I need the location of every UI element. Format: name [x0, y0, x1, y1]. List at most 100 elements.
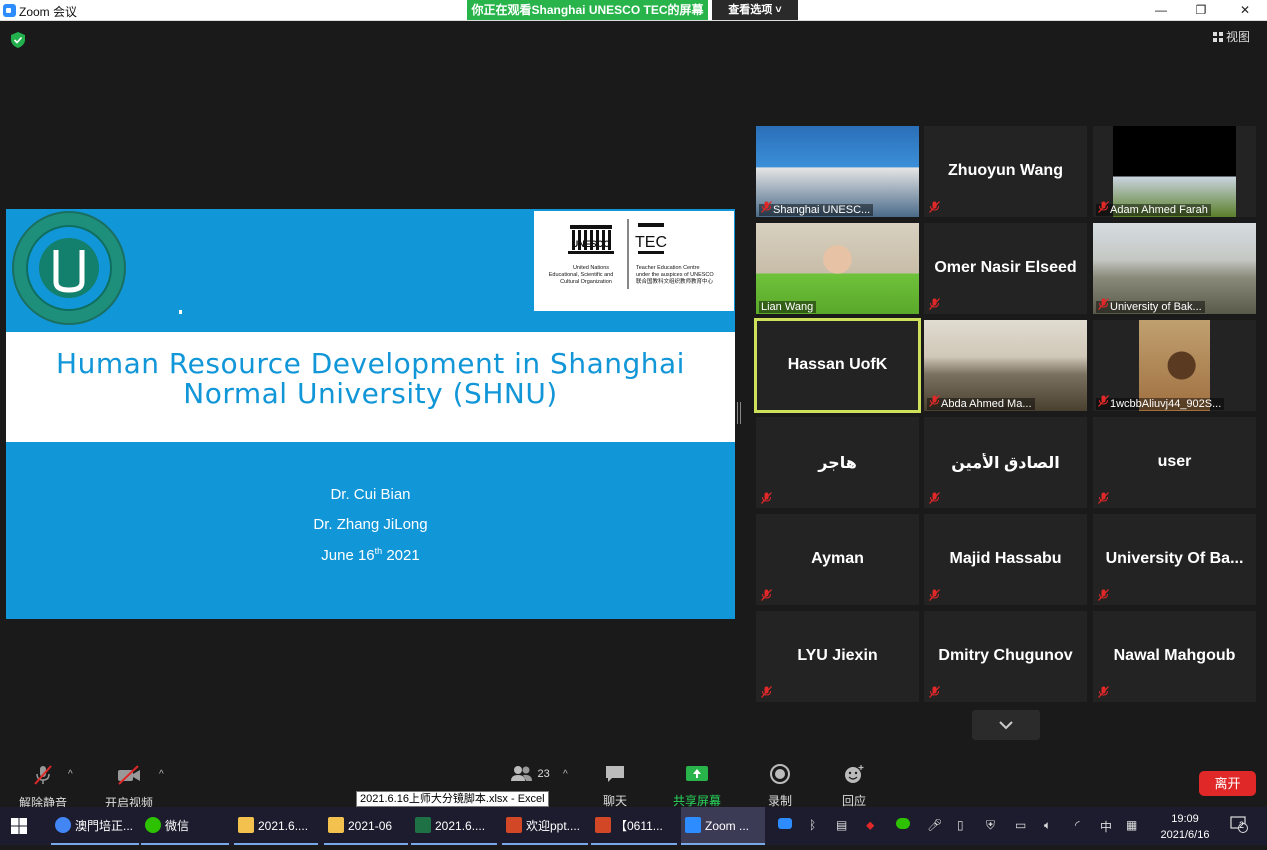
unesco-tec-logo: UNESCO TEC United Nations Educational, S… — [534, 211, 734, 311]
participant-tile[interactable]: University Of Ba... — [1093, 514, 1256, 605]
reactions-button[interactable]: 回应 — [840, 764, 868, 809]
microphone-muted-icon — [929, 395, 940, 407]
leave-meeting-button[interactable]: 离开 — [1199, 771, 1256, 796]
participant-tile[interactable]: Zhuoyun Wang — [924, 126, 1087, 217]
microphone-muted-icon — [1098, 686, 1109, 698]
defender-icon[interactable]: ⛨ — [986, 818, 995, 833]
chat-button[interactable]: 聊天 — [598, 764, 632, 809]
participant-tile[interactable]: Hassan UofK — [754, 318, 921, 413]
view-button[interactable]: 视图 — [1213, 28, 1250, 45]
powerpoint-icon — [595, 817, 611, 833]
taskbar-app[interactable]: 【0611... — [591, 807, 677, 845]
taskbar-app-label: Zoom ... — [705, 819, 750, 833]
close-button[interactable]: ✕ — [1225, 0, 1265, 21]
view-options-button[interactable]: 查看选项 ˅ — [712, 0, 798, 20]
share-banner: 你正在观看Shanghai UNESCO TEC的屏幕 — [467, 0, 708, 20]
participant-tile[interactable]: Nawal Mahgoub — [1093, 611, 1256, 702]
taskbar-app[interactable]: 2021.6.... — [234, 807, 318, 845]
participant-tile[interactable]: Majid Hassabu — [924, 514, 1087, 605]
participants-options-caret-icon[interactable]: ^ — [563, 769, 568, 780]
participant-name-label: Shanghai UNESC... — [759, 204, 874, 216]
video-off-icon — [118, 765, 140, 785]
svg-text:联合国教科文组织教师教育中心: 联合国教科文组织教师教育中心 — [636, 277, 714, 285]
slide-author-2: Dr. Zhang JiLong — [313, 516, 428, 533]
participant-name-label: University of Bak... — [1096, 301, 1205, 313]
zoom-app-icon — [3, 4, 16, 17]
zoom-tray-icon[interactable] — [778, 818, 792, 832]
microphone-muted-icon — [34, 765, 52, 785]
audio-options-caret-icon[interactable]: ^ — [68, 769, 73, 780]
share-screen-button[interactable]: 共享屏幕 — [672, 764, 722, 809]
wechat-tray-icon[interactable] — [896, 818, 910, 832]
bluetooth-icon[interactable]: ᛒ — [809, 818, 816, 832]
network-drive-icon[interactable]: ▤ — [836, 818, 847, 832]
participant-tile[interactable]: Omer Nasir Elseed — [924, 223, 1087, 314]
microphone-muted-icon — [929, 492, 940, 504]
participant-name: user — [1157, 453, 1192, 470]
usb-icon[interactable]: ▯ — [957, 818, 964, 832]
mouse-cursor-icon — [179, 310, 182, 314]
participant-tile[interactable]: user — [1093, 417, 1256, 508]
wifi-icon[interactable]: ◜ — [1075, 818, 1080, 832]
taskbar-app[interactable]: 微信 — [141, 807, 229, 845]
participant-tile[interactable]: الصادق الأمين — [924, 417, 1087, 508]
microphone-muted-icon — [929, 201, 940, 213]
svg-text:Cultural Organization: Cultural Organization — [560, 279, 612, 285]
slide-author-1: Dr. Cui Bian — [330, 486, 411, 503]
microphone-muted-icon — [761, 686, 772, 698]
folder-icon — [328, 817, 344, 833]
share-screen-icon — [686, 766, 708, 781]
grid-view-icon — [1213, 32, 1223, 42]
participant-name: الصادق الأمين — [951, 455, 1060, 472]
participant-tile[interactable]: Adam Ahmed Farah — [1093, 126, 1256, 217]
slide-title-band: Human Resource Development in Shanghai No… — [6, 332, 735, 442]
ime-indicator[interactable]: 中 — [1100, 818, 1112, 835]
minimize-button[interactable]: — — [1141, 0, 1181, 21]
unmute-button[interactable]: 解除静音 — [18, 764, 68, 811]
participant-tile[interactable]: University of Bak... — [1093, 223, 1256, 314]
video-options-caret-icon[interactable]: ^ — [159, 769, 164, 780]
taskbar-app-label: 澳門培正... — [75, 819, 134, 833]
keyboard-icon[interactable]: ▦ — [1126, 818, 1137, 832]
powerpoint-icon — [506, 817, 522, 833]
excel-icon — [415, 817, 431, 833]
start-button[interactable] — [10, 807, 36, 845]
participant-tile[interactable]: 1wcbbAliuvj44_902S... — [1093, 320, 1256, 411]
start-video-button[interactable]: 开启视频 — [104, 764, 154, 811]
shared-screen-slide: UNESCO TEC United Nations Educational, S… — [6, 209, 735, 619]
participant-tile[interactable]: هاجر — [756, 417, 919, 508]
participant-tile[interactable]: Abda Ahmed Ma... — [924, 320, 1087, 411]
participant-tile[interactable]: LYU Jiexin — [756, 611, 919, 702]
panel-splitter-handle[interactable] — [737, 402, 741, 424]
participant-tile[interactable]: Ayman — [756, 514, 919, 605]
security-shield-icon[interactable] — [11, 32, 25, 48]
record-button[interactable]: 录制 — [766, 764, 794, 809]
taskbar-app[interactable]: Zoom ... — [681, 807, 765, 845]
system-clock[interactable]: 19:09 2021/6/16 — [1150, 811, 1220, 843]
participant-name: Nawal Mahgoub — [1113, 647, 1236, 664]
gallery-next-page-button[interactable] — [972, 710, 1040, 740]
participant-tile[interactable]: Shanghai UNESC... — [756, 126, 919, 217]
taskbar-app-label: 2021.6.... — [258, 819, 309, 833]
participants-button[interactable]: 23 — [505, 764, 555, 784]
maximize-button[interactable]: ❐ — [1181, 0, 1221, 21]
taskbar-app-label: 【0611... — [615, 819, 663, 833]
taskbar-app[interactable]: 2021-06 — [324, 807, 408, 845]
battery-icon[interactable]: ▭ — [1015, 818, 1026, 832]
participant-tile[interactable]: Lian Wang — [756, 223, 919, 314]
acrobat-icon[interactable]: ⬥ — [866, 818, 874, 833]
microphone-tray-icon[interactable]: 🎤︎ — [927, 818, 942, 832]
participant-tile[interactable]: Dmitry Chugunov — [924, 611, 1087, 702]
volume-icon[interactable]: 🔈︎ — [1044, 818, 1051, 833]
notification-center-icon[interactable]: 2 — [1230, 815, 1248, 836]
taskbar-app-label: 2021-06 — [348, 819, 393, 833]
taskbar-app-label: 2021.6.... — [435, 819, 486, 833]
taskbar-app[interactable]: 2021.6.... — [411, 807, 497, 845]
taskbar-app[interactable]: 澳門培正... — [51, 807, 139, 845]
svg-text:TEC: TEC — [635, 234, 667, 251]
taskbar-app[interactable]: 欢迎ppt.... — [502, 807, 588, 845]
participant-name-label: Abda Ahmed Ma... — [927, 398, 1035, 410]
participant-name: University Of Ba... — [1105, 550, 1244, 567]
chrome-icon — [55, 817, 71, 833]
participant-name-label: 1wcbbAliuvj44_902S... — [1096, 398, 1225, 410]
